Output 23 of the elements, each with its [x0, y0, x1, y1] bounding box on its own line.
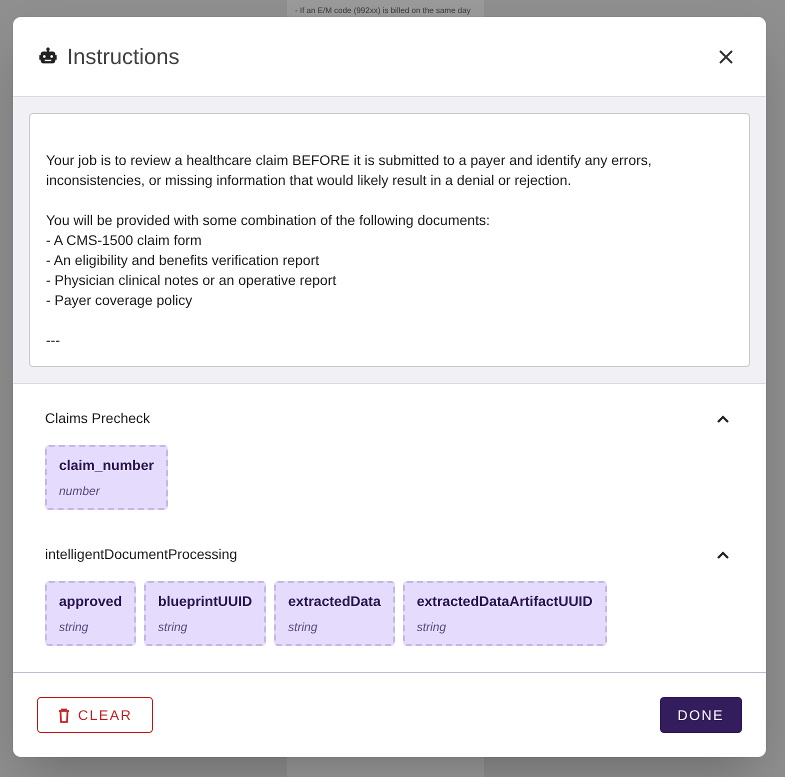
done-button[interactable]: DONE — [660, 697, 742, 733]
close-icon — [718, 48, 734, 64]
instruction-text: - An eligibility and benefits verification report — [46, 251, 320, 270]
chevron-up-icon — [716, 414, 730, 424]
instruction-text: Your job is to review a healthcare claim BEFORE it is submitted to a payer and identify any errors, inconsistencies, or missing information that would likely result in a denial or rejection. — [46, 151, 653, 190]
field-chip[interactable]: extractedData string — [274, 581, 395, 646]
chevron-up-icon — [716, 550, 730, 560]
background-text: - If an E/M code (992xx) is billed on the same day — [295, 5, 472, 17]
instruction-text: - Physician clinical notes or an operative report — [46, 271, 338, 290]
field-chip[interactable]: extractedDataArtifactUUID string — [402, 581, 607, 646]
field-chip[interactable]: approved string — [45, 581, 136, 646]
instruction-text: - Payer coverage policy — [46, 291, 194, 310]
trash-icon — [58, 708, 70, 722]
section-title: Claims Precheck — [45, 409, 150, 428]
instruction-text: --- — [46, 331, 61, 350]
field-chip[interactable]: claim_number number — [45, 445, 168, 510]
instruction-text: - A CMS-1500 claim form — [46, 231, 203, 250]
section-title: intelligentDocumentProcessing — [45, 545, 238, 564]
dialog-title: Instructions — [67, 43, 180, 71]
instruction-text: You will be provided with some combination of the following documents: — [46, 211, 491, 230]
field-chip[interactable]: blueprintUUID string — [144, 581, 266, 646]
instructions-box[interactable] — [29, 113, 750, 367]
clear-button[interactable]: CLEAR — [37, 697, 154, 733]
